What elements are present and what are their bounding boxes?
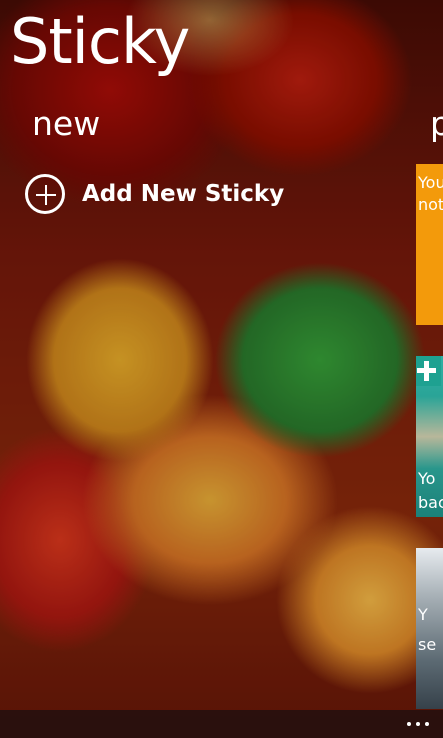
add-new-sticky-button[interactable]: Add New Sticky [25,172,284,216]
ellipsis-dot [407,722,411,726]
app-title: Sticky [10,5,190,78]
app-bar [0,710,443,738]
sticky-tile-1[interactable]: You not [416,164,443,325]
sticky-tile-1-line2: not [418,195,443,214]
ellipsis-icon[interactable] [407,718,431,730]
section-title-new[interactable]: new [32,102,100,146]
sticky-tile-3-line2: se [418,635,437,654]
sticky-tile-2-line2: bac [418,493,443,512]
add-new-sticky-label: Add New Sticky [82,181,285,207]
ellipsis-dot [416,722,420,726]
sticky-tile-2[interactable]: Yo bac [416,356,443,517]
plus-circle-icon [25,174,65,214]
plus-badge-icon [416,356,441,386]
sticky-tile-3[interactable]: Y se [416,548,443,709]
section-title-next[interactable]: p [430,102,443,146]
ellipsis-dot [425,722,429,726]
sticky-tile-3-line1: Y [418,605,428,624]
sticky-tile-2-line1: Yo [418,469,436,488]
sticky-tile-1-line1: You [418,173,443,192]
